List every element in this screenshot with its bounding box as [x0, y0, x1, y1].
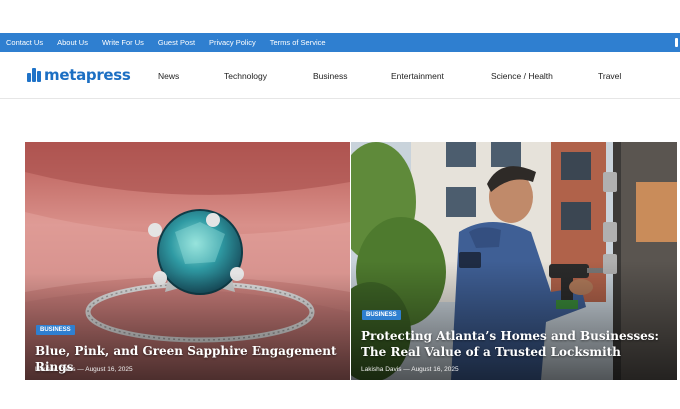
site-logo[interactable]: metapress	[27, 66, 131, 84]
logo-text: metapress	[44, 66, 131, 84]
topbar-link-terms-of-service[interactable]: Terms of Service	[270, 38, 326, 47]
post-date: August 16, 2025	[85, 366, 133, 373]
logo-bars-icon	[27, 68, 42, 82]
post-author[interactable]: Lakisha Davis	[361, 366, 401, 373]
topbar-link-contact-us[interactable]: Contact Us	[6, 38, 43, 47]
post-author[interactable]: Lakisha Davis	[35, 366, 75, 373]
category-badge[interactable]: BUSINESS	[362, 310, 401, 320]
top-bar: Contact Us About Us Write For Us Guest P…	[0, 33, 680, 52]
meta-separator: —	[403, 366, 410, 373]
nav-item-news[interactable]: News	[158, 71, 179, 81]
topbar-link-about-us[interactable]: About Us	[57, 38, 88, 47]
nav-item-science-health[interactable]: Science / Health	[491, 71, 553, 81]
topbar-link-guest-post[interactable]: Guest Post	[158, 38, 195, 47]
meta-separator: —	[77, 366, 84, 373]
post-meta: Lakisha Davis — August 16, 2025	[361, 366, 459, 373]
featured-post-card[interactable]: BUSINESS Protecting Atlanta’s Homes and …	[351, 142, 677, 380]
nav-item-travel[interactable]: Travel	[598, 71, 621, 81]
post-date: August 16, 2025	[411, 366, 459, 373]
nav-item-entertainment[interactable]: Entertainment	[391, 71, 444, 81]
topbar-link-privacy-policy[interactable]: Privacy Policy	[209, 38, 256, 47]
topbar-link-write-for-us[interactable]: Write For Us	[102, 38, 144, 47]
featured-post-card[interactable]: BUSINESS Blue, Pink, and Green Sapphire …	[25, 142, 350, 380]
nav-item-technology[interactable]: Technology	[224, 71, 267, 81]
post-title[interactable]: Protecting Atlanta’s Homes and Businesse…	[361, 328, 671, 360]
topbar-edge-icon	[675, 38, 678, 47]
nav-item-business[interactable]: Business	[313, 71, 348, 81]
site-header: metapress News Technology Business Enter…	[0, 52, 680, 99]
post-meta: Lakisha Davis — August 16, 2025	[35, 366, 133, 373]
category-badge[interactable]: BUSINESS	[36, 325, 75, 335]
